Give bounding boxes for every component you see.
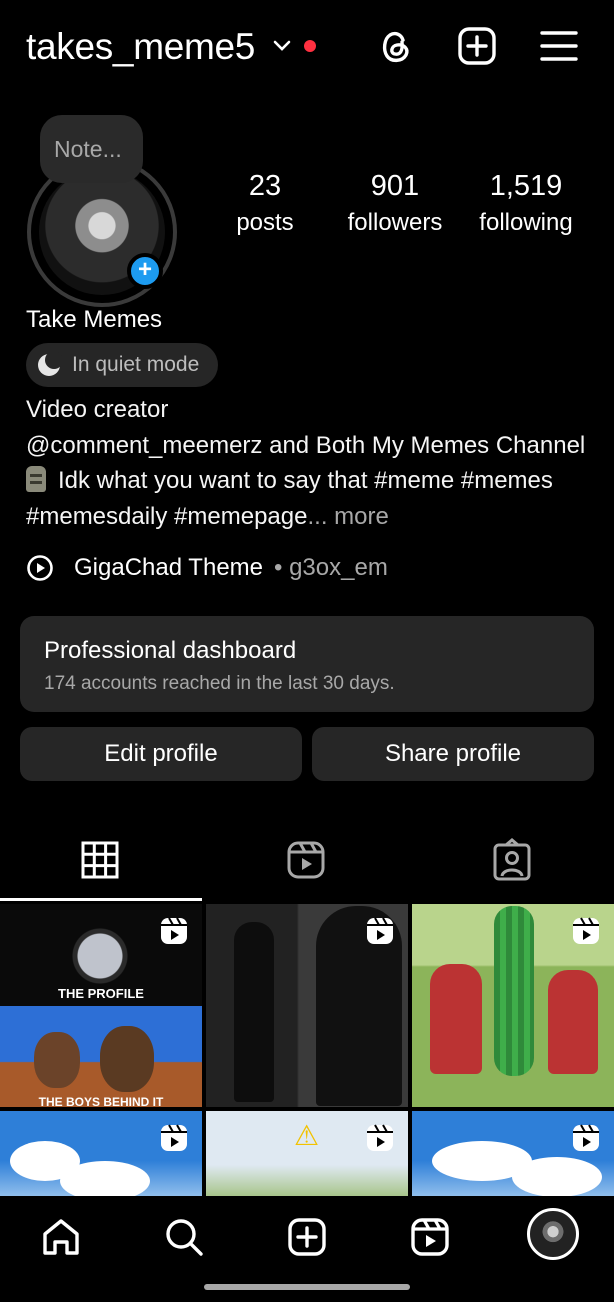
post-caption: THE BOYS BEHIND IT: [38, 1095, 164, 1107]
stat-label: posts: [236, 209, 294, 236]
threads-icon[interactable]: [376, 26, 416, 66]
notification-dot: [304, 40, 316, 52]
grid-icon[interactable]: [80, 838, 120, 882]
stat-posts[interactable]: 23 posts: [220, 170, 310, 237]
professional-dashboard[interactable]: Professional dashboard 174 accounts reac…: [20, 616, 594, 712]
grid-post[interactable]: [412, 1111, 614, 1196]
moai-emoji-icon: [26, 466, 46, 492]
cactus-figure: [494, 906, 534, 1076]
reel-badge-icon: [161, 917, 187, 944]
create-icon[interactable]: [286, 1216, 328, 1258]
person-figure: [430, 964, 482, 1074]
add-story-button[interactable]: +: [127, 253, 163, 289]
home-indicator: [204, 1284, 410, 1290]
stat-label: followers: [347, 209, 443, 236]
cloud-shape: [512, 1157, 602, 1196]
note-bubble[interactable]: Note...: [40, 115, 143, 183]
music-artist-line: • g3ox_em: [274, 554, 388, 582]
grid-post[interactable]: ⚠: [206, 1111, 408, 1196]
posts-grid: THE PROFILE THE BOYS BEHIND IT ⚠: [0, 904, 614, 1196]
bottom-nav: [0, 1196, 614, 1302]
reel-badge-icon: [573, 1124, 599, 1151]
reels-icon[interactable]: [286, 838, 326, 882]
grid-post[interactable]: [412, 904, 614, 1107]
post-caption: THE PROFILE: [58, 986, 144, 1001]
stat-value: 1,519: [489, 170, 563, 202]
stat-label: following: [479, 209, 573, 236]
reel-badge-icon: [573, 917, 599, 944]
profile-avatar[interactable]: [527, 1208, 579, 1260]
stat-value: 23: [248, 170, 282, 202]
create-icon[interactable]: [457, 26, 497, 66]
reel-badge-icon: [161, 1124, 187, 1151]
bio-category: Video creator: [26, 396, 169, 423]
stat-followers[interactable]: 901 followers: [340, 170, 450, 237]
tab-active-indicator: [0, 898, 202, 901]
top-bar: takes_meme5: [0, 0, 614, 96]
profile-bio: Video creator @comment_meemerz and Both …: [26, 392, 596, 534]
stat-value: 901: [370, 170, 420, 202]
edit-profile-button[interactable]: Edit profile: [20, 727, 302, 781]
moon-icon: [38, 352, 62, 376]
person-figure: [100, 1026, 154, 1092]
reel-badge-icon: [367, 917, 393, 944]
profile-full-name: Take Memes: [26, 306, 163, 333]
person-figure: [234, 922, 274, 1102]
stat-following[interactable]: 1,519 following: [470, 170, 582, 237]
grid-post[interactable]: THE PROFILE THE BOYS BEHIND IT: [0, 904, 202, 1107]
bio-more-link[interactable]: ... more: [307, 503, 388, 530]
quiet-mode-label: In quiet mode: [72, 353, 200, 376]
warning-emoji-icon: ⚠: [294, 1120, 320, 1151]
home-icon[interactable]: [40, 1216, 82, 1258]
grid-post[interactable]: [0, 1111, 202, 1196]
bio-line[interactable]: #memesdaily #memepage: [26, 503, 307, 530]
chevron-down-icon[interactable]: [272, 36, 292, 56]
quiet-mode-badge[interactable]: In quiet mode: [26, 343, 218, 387]
tagged-icon[interactable]: [492, 838, 532, 882]
reels-icon[interactable]: [409, 1216, 451, 1258]
person-figure: [34, 1032, 80, 1088]
music-separator: •: [274, 554, 290, 581]
bio-line[interactable]: Idk what you want to say that #meme #mem…: [58, 467, 553, 494]
menu-icon[interactable]: [539, 26, 579, 66]
username-switcher[interactable]: takes_meme5: [26, 26, 255, 68]
music-title: GigaChad Theme: [74, 554, 263, 581]
music-artist: g3ox_em: [289, 554, 388, 581]
share-profile-button[interactable]: Share profile: [312, 727, 594, 781]
reel-badge-icon: [367, 1124, 393, 1151]
search-icon[interactable]: [163, 1216, 205, 1258]
bio-line[interactable]: @comment_meemerz and Both My Memes Chann…: [26, 428, 596, 464]
play-circle-icon: [27, 555, 53, 581]
dashboard-title: Professional dashboard: [44, 637, 297, 664]
cloud-shape: [60, 1161, 150, 1196]
grid-post[interactable]: [206, 904, 408, 1107]
dashboard-subtitle: 174 accounts reached in the last 30 days…: [44, 673, 395, 694]
person-figure: [548, 970, 598, 1074]
